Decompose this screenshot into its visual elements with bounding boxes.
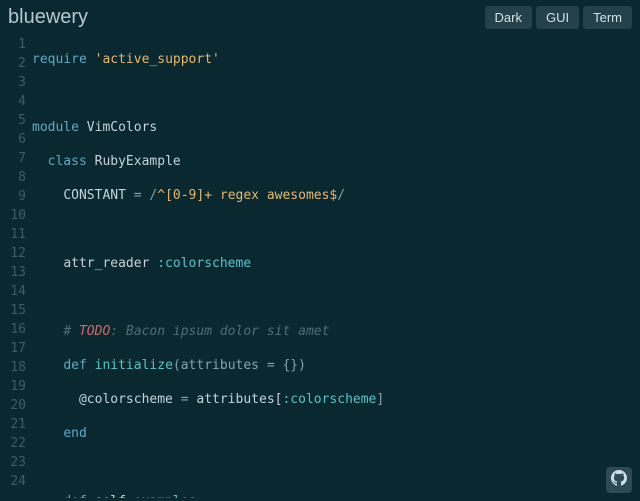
- keyword-class: class: [48, 154, 87, 169]
- method-name: initialize: [95, 358, 173, 373]
- class-name: RubyExample: [95, 154, 181, 169]
- code-line: module VimColors: [32, 118, 640, 137]
- attr-reader: attr_reader: [63, 256, 149, 271]
- code-editor: 1 2 3 4 5 6 7 8 9 10 11 12 13 14 15 16 1…: [0, 33, 640, 498]
- line-number-gutter: 1 2 3 4 5 6 7 8 9 10 11 12 13 14 15 16 1…: [0, 35, 32, 498]
- mode-buttons: Dark GUI Term: [485, 6, 632, 29]
- keyword-end: end: [63, 426, 86, 441]
- operator: =: [126, 188, 149, 203]
- ivar: @colorscheme: [79, 392, 173, 407]
- scheme-title: bluewery: [8, 6, 88, 29]
- keyword-require: require: [32, 52, 87, 67]
- code-line: def self.examples: [32, 492, 640, 498]
- line-number: 24: [0, 472, 26, 491]
- comment-todo: TODO: [79, 324, 110, 339]
- constant-name: CONSTANT: [63, 188, 126, 203]
- line-number: 22: [0, 434, 26, 453]
- line-number: 18: [0, 358, 26, 377]
- code-line: end: [32, 424, 640, 443]
- line-number: 19: [0, 377, 26, 396]
- line-number: 16: [0, 320, 26, 339]
- identifier: attributes[: [196, 392, 282, 407]
- line-number: 17: [0, 339, 26, 358]
- line-number: 10: [0, 206, 26, 225]
- method-signature: (attributes = {}): [173, 358, 306, 373]
- line-number: 12: [0, 244, 26, 263]
- line-number: 6: [0, 130, 26, 149]
- bracket-close: ]: [376, 392, 384, 407]
- code-line: [32, 84, 640, 103]
- line-number: 20: [0, 396, 26, 415]
- code-line: CONSTANT = /^[0-9]+ regex awesomes$/: [32, 186, 640, 205]
- module-name: VimColors: [87, 120, 157, 135]
- keyword-module: module: [32, 120, 79, 135]
- comment-text: : Bacon ipsum dolor sit amet: [110, 324, 329, 339]
- line-number: 5: [0, 111, 26, 130]
- line-number: 1: [0, 35, 26, 54]
- line-number: 9: [0, 187, 26, 206]
- symbol: :colorscheme: [282, 392, 376, 407]
- regex-body: ^[0-9]+ regex awesomes$: [157, 188, 337, 203]
- string-literal: 'active_support': [95, 52, 220, 67]
- code-line: @colorscheme = attributes[:colorscheme]: [32, 390, 640, 409]
- line-number: 2: [0, 54, 26, 73]
- github-icon: [611, 470, 627, 490]
- line-number: 21: [0, 415, 26, 434]
- code-line: [32, 458, 640, 477]
- comment-hash: #: [63, 324, 79, 339]
- dark-button[interactable]: Dark: [485, 6, 532, 29]
- self-prefix: self.: [95, 494, 134, 498]
- keyword-def: def: [63, 358, 86, 373]
- code-line: [32, 288, 640, 307]
- code-line: # TODO: Bacon ipsum dolor sit amet: [32, 322, 640, 341]
- line-number: 14: [0, 282, 26, 301]
- code-area[interactable]: require 'active_support' module VimColor…: [32, 35, 640, 498]
- line-number: 13: [0, 263, 26, 282]
- code-line: def initialize(attributes = {}): [32, 356, 640, 375]
- line-number: 3: [0, 73, 26, 92]
- code-line: attr_reader :colorscheme: [32, 254, 640, 273]
- keyword-def: def: [63, 494, 86, 498]
- line-number: 4: [0, 92, 26, 111]
- operator: =: [173, 392, 196, 407]
- regex-close: /: [337, 188, 345, 203]
- code-line: require 'active_support': [32, 50, 640, 69]
- line-number: 11: [0, 225, 26, 244]
- gui-button[interactable]: GUI: [536, 6, 579, 29]
- line-number: 15: [0, 301, 26, 320]
- line-number: 8: [0, 168, 26, 187]
- github-link[interactable]: [606, 467, 632, 493]
- code-line: [32, 220, 640, 239]
- term-button[interactable]: Term: [583, 6, 632, 29]
- method-name: examples: [134, 494, 197, 498]
- symbol: :colorscheme: [157, 256, 251, 271]
- header-bar: bluewery Dark GUI Term: [0, 0, 640, 33]
- line-number: 7: [0, 149, 26, 168]
- code-line: class RubyExample: [32, 152, 640, 171]
- line-number: 23: [0, 453, 26, 472]
